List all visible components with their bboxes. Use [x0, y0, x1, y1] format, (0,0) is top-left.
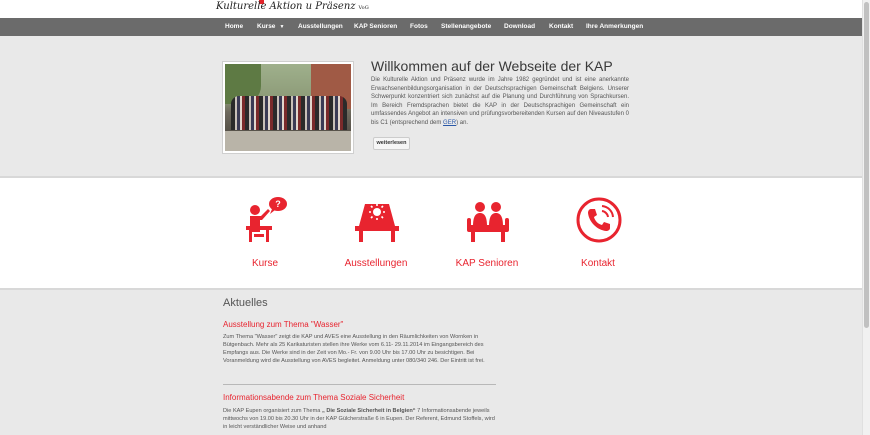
teacher-icon: ? [246, 197, 287, 242]
service-kontakt[interactable]: Kontakt [553, 196, 643, 276]
nav-item-label: Kurse [257, 23, 276, 30]
seniors-icon [467, 202, 509, 242]
news-text-bold: „ Die Soziale Sicherheit in Belgien“ [321, 408, 416, 414]
service-ausstellungen[interactable]: Ausstellungen [331, 196, 421, 276]
scrollbar-thumb[interactable] [864, 2, 869, 328]
news-text-part: Die KAP Eupen organisiert zum Thema [223, 408, 322, 414]
welcome-section: Willkommen auf der Webseite der KAP Die … [0, 36, 862, 177]
welcome-text: Die Kulturelle Aktion und Präsenz wurde … [371, 76, 629, 128]
main-navigation: Home Kurse ▼ Ausstellungen KAP Senioren F… [0, 18, 862, 36]
page-title: Willkommen auf der Webseite der KAP [371, 58, 613, 74]
service-label: KAP Senioren [455, 258, 519, 269]
nav-item-stellenangebote[interactable]: Stellenangebote [441, 18, 491, 36]
nav-item-kontakt[interactable]: Kontakt [549, 18, 573, 36]
service-kap-senioren[interactable]: KAP Senioren [442, 196, 532, 276]
chevron-down-icon: ▼ [279, 24, 285, 30]
logo-text: Kulturelle Aktion u Präsenz [216, 1, 356, 12]
news-item-text: Zum Thema "Wasser" zeigt die KAP und AVE… [223, 334, 485, 364]
nav-item-kap-senioren[interactable]: KAP Senioren [354, 18, 397, 36]
welcome-text-part: Die Kulturelle Aktion und Präsenz wurde … [371, 77, 629, 126]
services-section: ? Kurse Ausstellungen KAP Senioren Konta… [0, 178, 862, 288]
nav-item-kurse[interactable]: Kurse ▼ [257, 18, 284, 36]
welcome-text-end: ) an. [456, 119, 469, 126]
page-scrollbar[interactable] [862, 0, 870, 435]
photo-ground [225, 131, 351, 151]
nav-item-download[interactable]: Download [504, 18, 535, 36]
read-more-button[interactable]: weiterlesen [373, 137, 410, 150]
service-label: Ausstellungen [344, 258, 408, 269]
group-photo-image [225, 64, 351, 151]
nav-item-home[interactable]: Home [225, 18, 243, 36]
svg-text:?: ? [275, 199, 281, 209]
site-header: Kulturelle Aktion u Präsenz VoG [0, 0, 862, 18]
news-item-text: Die KAP Eupen organisiert zum Thema „ Di… [223, 407, 496, 431]
news-section: Aktuelles Ausstellung zum Thema "Wasser"… [0, 290, 862, 435]
photo-crowd [231, 96, 347, 130]
group-photo [222, 61, 354, 154]
site-logo[interactable]: Kulturelle Aktion u Präsenz VoG [216, 1, 369, 12]
news-separator [223, 384, 496, 385]
nav-item-ausstellungen[interactable]: Ausstellungen [298, 18, 343, 36]
service-label: Kontakt [581, 258, 615, 269]
nav-item-anmerkungen[interactable]: Ihre Anmerkungen [586, 18, 643, 36]
news-item-title[interactable]: Informationsabende zum Thema Soziale Sic… [223, 393, 404, 402]
exhibition-icon [355, 204, 399, 242]
logo-suffix: VoG [358, 5, 369, 11]
service-label: Kurse [251, 258, 279, 269]
nav-item-fotos[interactable]: Fotos [410, 18, 428, 36]
news-item-title[interactable]: Ausstellung zum Thema "Wasser" [223, 320, 343, 329]
news-heading: Aktuelles [223, 297, 268, 309]
phone-icon [576, 197, 622, 243]
ger-link[interactable]: GER [443, 120, 456, 126]
service-kurse[interactable]: ? Kurse [220, 196, 310, 276]
